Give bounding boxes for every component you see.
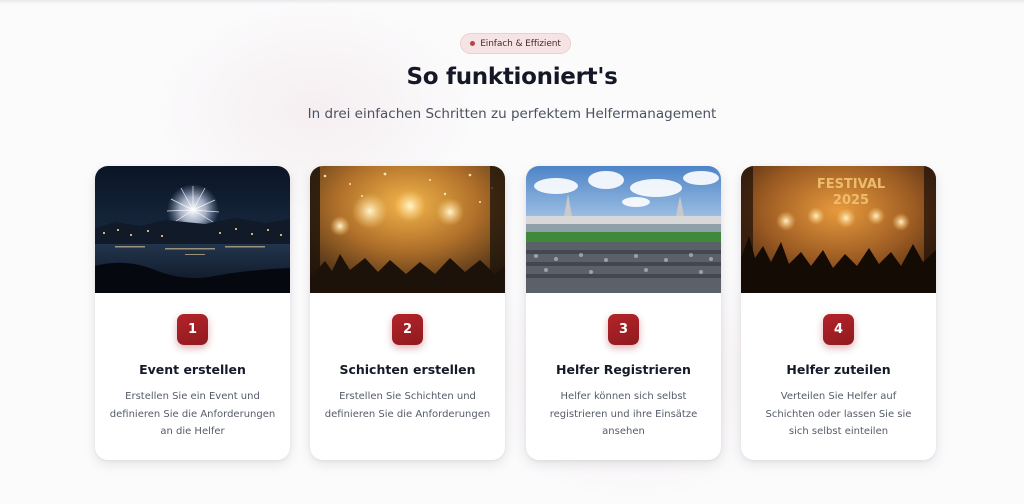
step-title: Helfer zuteilen bbox=[786, 362, 891, 377]
step-description: Erstellen Sie Schichten und definieren S… bbox=[324, 391, 491, 420]
section-subtitle: In drei einfachen Schritten zu perfektem… bbox=[307, 106, 717, 122]
step-number-badge: 2 bbox=[392, 314, 423, 345]
step-title: Schichten erstellen bbox=[339, 362, 476, 377]
step-description: Erstellen Sie ein Event und definieren S… bbox=[109, 391, 276, 437]
step-title: Helfer Registrieren bbox=[556, 362, 691, 377]
step-number-badge: 1 bbox=[177, 314, 208, 345]
step-card: FESTIVAL 2025 4 Helfer zuteilen Verteile… bbox=[741, 166, 936, 460]
section-badge: Einfach & Effizient bbox=[460, 33, 571, 54]
stadium-image bbox=[526, 166, 721, 293]
dot-icon bbox=[470, 41, 476, 46]
step-card: 2 Schichten erstellen Erstellen Sie Schi… bbox=[310, 166, 505, 460]
fireworks-image bbox=[95, 166, 290, 293]
concert-image bbox=[310, 166, 505, 293]
section-badge-label: Einfach & Effizient bbox=[480, 38, 561, 49]
step-number-badge: 3 bbox=[608, 314, 639, 345]
festival-sign-line: 2025 bbox=[833, 193, 869, 208]
step-number-badge: 4 bbox=[823, 314, 854, 345]
section-title: So funktioniert's bbox=[406, 64, 618, 90]
top-divider bbox=[0, 0, 1024, 4]
step-title: Event erstellen bbox=[139, 362, 246, 377]
step-card: 3 Helfer Registrieren Helfer können sich… bbox=[526, 166, 721, 460]
step-description: Verteilen Sie Helfer auf Schichten oder … bbox=[765, 391, 912, 437]
step-card: 1 Event erstellen Erstellen Sie ein Even… bbox=[95, 166, 290, 460]
festival-sign-line: FESTIVAL bbox=[817, 177, 885, 192]
step-description: Helfer können sich selbst registrieren u… bbox=[549, 391, 698, 437]
festival-image: FESTIVAL 2025 bbox=[741, 166, 936, 293]
